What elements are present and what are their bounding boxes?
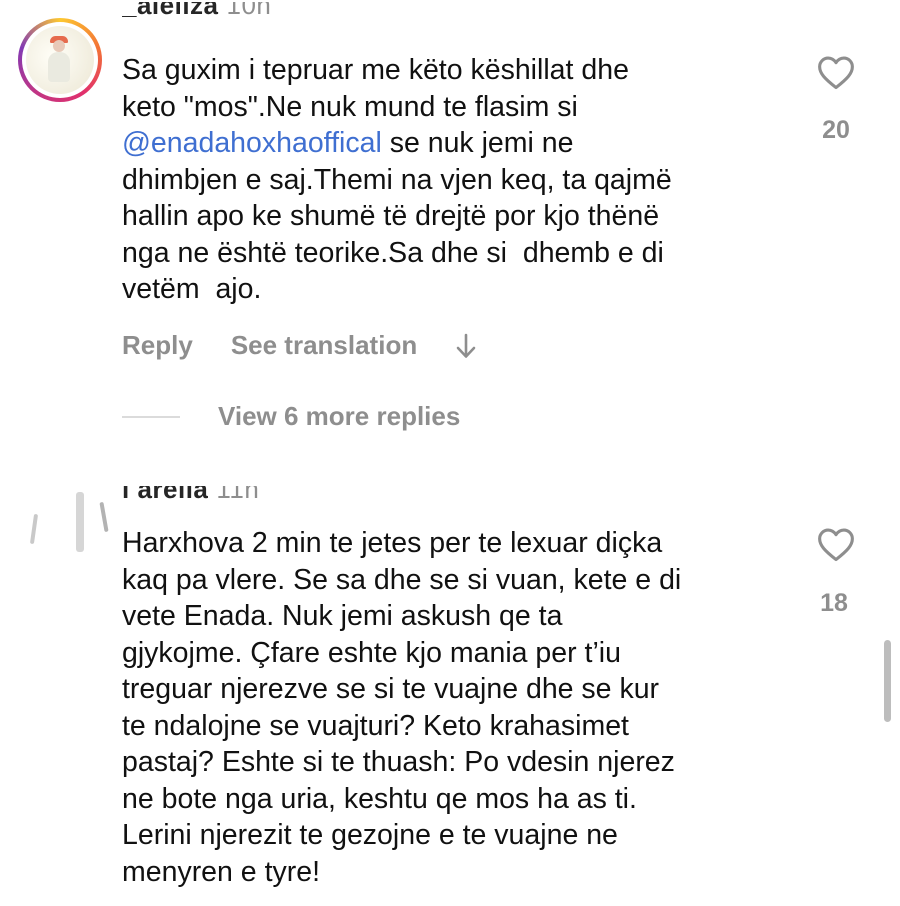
comment-text-part: Sa guxim i tepruar me këto këshillat dhe…	[122, 54, 629, 123]
like-count: 20	[822, 116, 850, 144]
like-count: 18	[820, 589, 848, 617]
scrollbar[interactable]	[884, 640, 891, 722]
avatar-image	[26, 26, 94, 94]
heart-outline-icon	[818, 528, 854, 562]
mention-link[interactable]: @enadahoxhaoffical	[122, 127, 382, 159]
avatar[interactable]	[18, 484, 109, 568]
comment-actions: Reply See translation	[122, 330, 477, 361]
view-more-replies[interactable]: View 6 more replies	[122, 401, 460, 432]
replies-divider	[122, 415, 180, 418]
comment-text: Harxhova 2 min te jetes per te lexuar di…	[122, 527, 682, 888]
comment-username[interactable]: l arella 11h	[122, 474, 260, 505]
comment-text: Sa guxim i tepruar me këto këshillat dhe…	[122, 52, 822, 308]
reply-button[interactable]: Reply	[122, 330, 193, 361]
see-translation-button[interactable]: See translation	[231, 330, 417, 361]
heart-outline-icon	[818, 56, 854, 90]
username-text[interactable]: _aleliza	[122, 2, 219, 20]
comment-timestamp: 10h	[226, 0, 272, 20]
comment-username[interactable]: _aleliza 10h	[122, 0, 272, 21]
username-text[interactable]: l arella	[122, 486, 208, 504]
like-button[interactable]	[816, 54, 856, 90]
view-more-replies-label[interactable]: View 6 more replies	[218, 401, 460, 432]
comment-timestamp: 11h	[216, 474, 260, 504]
like-button[interactable]	[816, 526, 856, 562]
arrow-down-icon[interactable]	[455, 332, 477, 360]
avatar[interactable]	[18, 18, 102, 102]
